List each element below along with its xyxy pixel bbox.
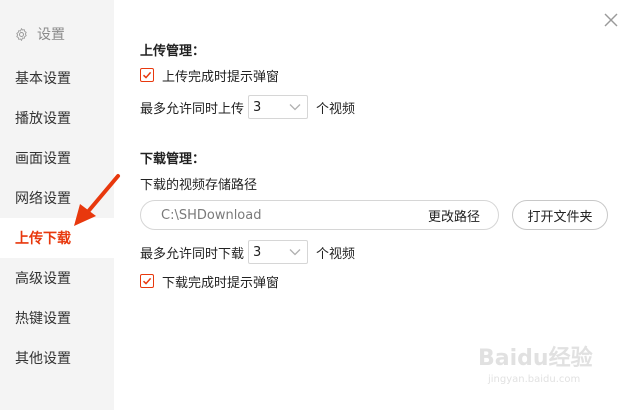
upload-section-title: 上传管理：: [140, 44, 206, 59]
download-notify-label: 下载完成时提示弹窗: [162, 275, 280, 291]
sidebar-item-label: 其他设置: [15, 351, 71, 367]
upload-max-value: 3: [253, 99, 262, 115]
download-path-value: C:\SHDownload: [161, 207, 262, 223]
upload-max-select[interactable]: 3: [248, 95, 309, 119]
sidebar-header: 设置: [14, 24, 65, 44]
chevron-down-icon: [289, 249, 301, 256]
close-icon: [604, 13, 618, 27]
sidebar-item-basic[interactable]: 基本设置: [0, 58, 114, 98]
download-notify-checkbox[interactable]: [140, 274, 154, 288]
sidebar-item-other[interactable]: 其他设置: [0, 338, 114, 378]
sidebar-item-label: 基本设置: [15, 71, 71, 87]
sidebar-item-label: 热键设置: [15, 311, 71, 327]
sidebar-title: 设置: [37, 27, 65, 43]
watermark-logo: Baidu经验: [478, 346, 593, 371]
download-path-field: C:\SHDownload 更改路径: [140, 200, 499, 230]
sidebar-item-advanced[interactable]: 高级设置: [0, 258, 114, 298]
upload-notify-row: 上传完成时提示弹窗: [140, 66, 280, 85]
upload-notify-checkbox[interactable]: [140, 68, 154, 82]
sidebar-item-label: 网络设置: [15, 191, 71, 207]
download-notify-row: 下载完成时提示弹窗: [140, 272, 280, 291]
download-max-value: 3: [253, 244, 262, 260]
download-max-unit: 个视频: [316, 246, 356, 262]
baidu-watermark: Baidu经验 jingyan.baidu.com: [478, 340, 608, 396]
upload-notify-label: 上传完成时提示弹窗: [162, 69, 280, 85]
watermark-url: jingyan.baidu.com: [488, 374, 581, 385]
upload-max-row: 最多允许同时上传 3 个视频: [140, 94, 355, 120]
sidebar-item-label: 画面设置: [15, 151, 71, 167]
sidebar-item-label: 高级设置: [15, 271, 71, 287]
upload-max-unit: 个视频: [316, 101, 356, 117]
upload-max-label: 最多允许同时上传: [140, 101, 245, 117]
annotation-arrow-icon: [74, 174, 120, 226]
change-path-button[interactable]: 更改路径: [428, 206, 480, 225]
checkmark-icon: [142, 277, 152, 285]
checkmark-icon: [142, 71, 152, 79]
gear-icon: [16, 27, 27, 41]
sidebar-item-hotkeys[interactable]: 热键设置: [0, 298, 114, 338]
chevron-down-icon: [289, 104, 301, 111]
download-max-select[interactable]: 3: [248, 240, 309, 264]
close-button[interactable]: [603, 12, 619, 28]
sidebar-item-playback[interactable]: 播放设置: [0, 98, 114, 138]
sidebar-item-label: 上传下载: [15, 231, 71, 247]
download-path-label: 下载的视频存储路径: [140, 177, 258, 193]
download-path-label-row: 下载的视频存储路径: [140, 174, 258, 193]
download-section-title: 下载管理：: [140, 152, 206, 167]
open-folder-button[interactable]: 打开文件夹: [512, 200, 608, 230]
download-max-row: 最多允许同时下载 3 个视频: [140, 239, 355, 265]
download-max-label: 最多允许同时下载: [140, 246, 245, 262]
sidebar-item-label: 播放设置: [15, 111, 71, 127]
